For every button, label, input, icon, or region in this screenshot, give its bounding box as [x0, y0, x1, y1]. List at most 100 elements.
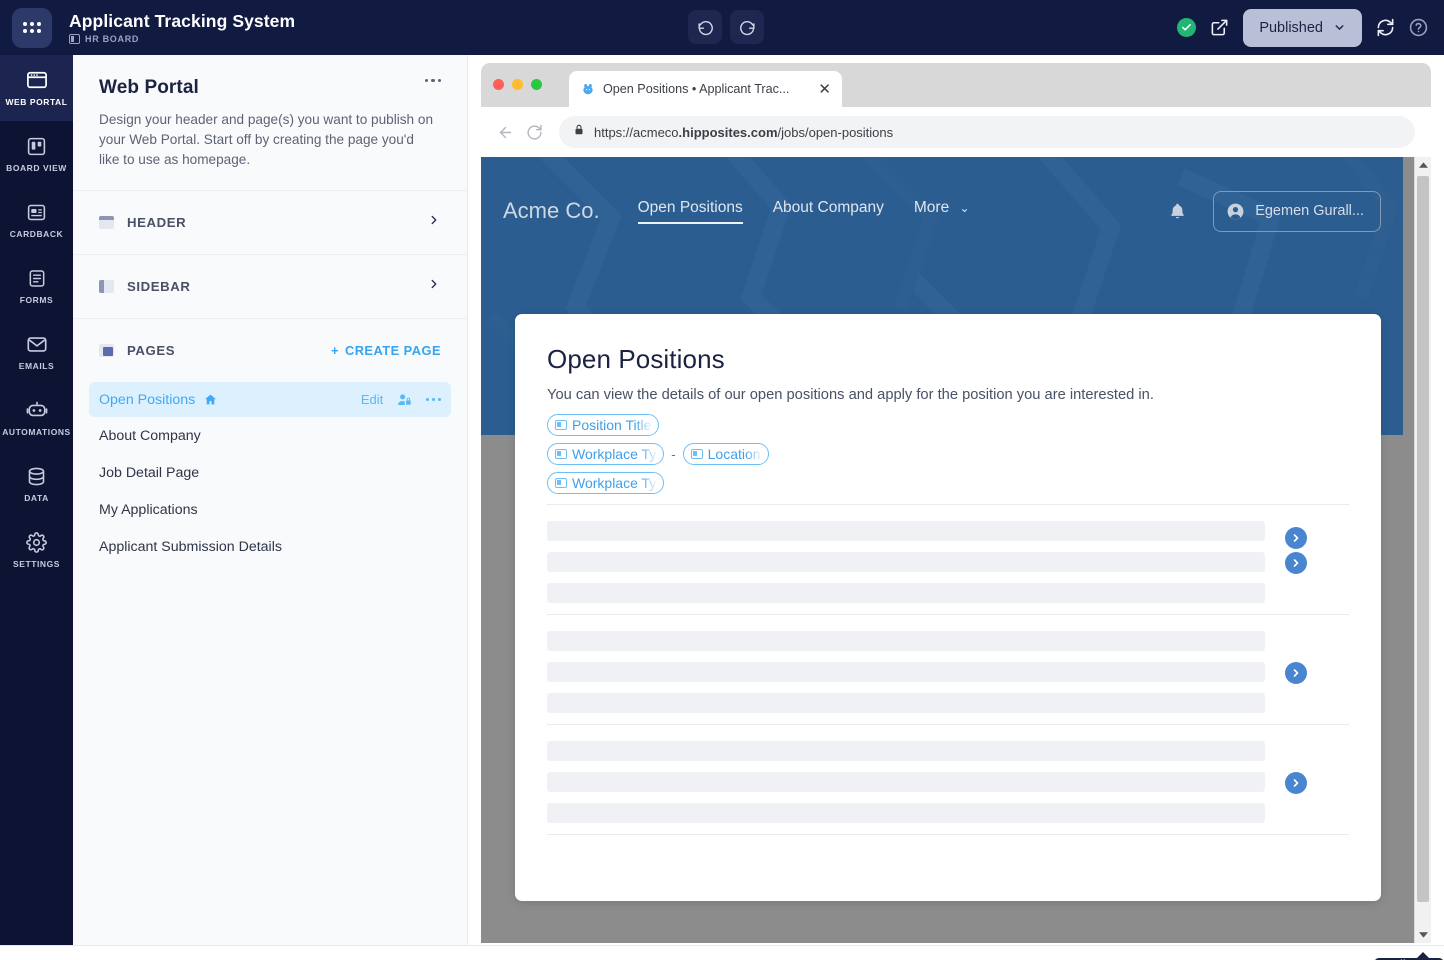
section-header[interactable]: HEADER [73, 190, 467, 254]
history-controls [688, 10, 764, 44]
minimize-window-icon[interactable] [512, 79, 523, 90]
user-lock-icon[interactable] [397, 393, 412, 407]
browser-tab-title: Open Positions • Applicant Trac... [603, 82, 790, 96]
database-icon [26, 465, 47, 487]
pages-layout-icon [99, 344, 114, 357]
grid-apps-icon[interactable] [12, 7, 52, 48]
reload-icon[interactable] [526, 124, 543, 141]
list-item[interactable]: Job Detail Page [89, 455, 451, 491]
help-icon[interactable] [1409, 18, 1428, 37]
redo-icon[interactable] [730, 10, 764, 44]
page-more-icon[interactable] [426, 397, 441, 402]
list-item[interactable]: Applicant Submission Details [89, 529, 451, 565]
url-input[interactable]: https://acmeco.hipposites.com/jobs/open-… [559, 116, 1415, 148]
sidebar-item-forms[interactable]: FORMS [0, 253, 73, 319]
publish-status-button[interactable]: Published [1243, 8, 1362, 47]
browser-urlbar: https://acmeco.hipposites.com/jobs/open-… [481, 107, 1431, 157]
close-window-icon[interactable] [493, 79, 504, 90]
page-list: Open Positions Edit About Company Job De… [73, 382, 467, 565]
chevron-right-icon [427, 213, 441, 232]
sidebar-item-data[interactable]: DATA [0, 451, 73, 517]
chevron-right-circle-icon[interactable] [1285, 772, 1307, 794]
preview-canvas: Open Positions • Applicant Trac... ✕ htt… [468, 55, 1444, 960]
chevron-right-circle-icon[interactable] [1285, 662, 1307, 684]
hippo-favicon [580, 82, 595, 97]
skeleton-line [547, 631, 1265, 651]
scroll-up-icon[interactable] [1415, 157, 1431, 174]
header-layout-icon [99, 216, 114, 229]
row-divider [547, 834, 1349, 835]
sidebar-item-automations[interactable]: AUTOMATIONS [0, 385, 73, 451]
skeleton-line [547, 741, 1265, 761]
lock-icon [573, 123, 585, 141]
page-name: My Applications [99, 502, 198, 518]
url-text: https://acmeco.hipposites.com/jobs/open-… [594, 124, 894, 140]
app-root: Applicant Tracking System HR BOARD Publi [0, 0, 1444, 960]
panel-more-icon[interactable] [424, 79, 441, 83]
browser-tab[interactable]: Open Positions • Applicant Trac... ✕ [569, 71, 842, 107]
external-link-icon[interactable] [1210, 18, 1229, 37]
user-account-button[interactable]: Egemen Gurall... [1213, 190, 1381, 232]
sidebar-item-cardback[interactable]: CARDBACK [0, 187, 73, 253]
scroll-down-icon[interactable] [1415, 926, 1431, 943]
section-label: HEADER [127, 215, 187, 230]
page-name: Applicant Submission Details [99, 539, 282, 555]
close-icon[interactable]: ✕ [818, 82, 831, 97]
web-portal-panel: Web Portal Design your header and page(s… [73, 55, 468, 945]
arrow-left-icon[interactable] [497, 124, 514, 141]
browser-mockup: Open Positions • Applicant Trac... ✕ htt… [481, 63, 1431, 943]
site-viewport: Acme Co. Open Positions About Company Mo… [481, 157, 1431, 943]
board-line: HR BOARD [69, 34, 295, 44]
chevron-down-icon [1335, 25, 1344, 30]
chevron-right-circle-icon[interactable] [1285, 552, 1307, 574]
user-circle-icon [1226, 202, 1245, 221]
chip-workplace-type-2[interactable]: Workplace Ty [547, 472, 665, 494]
app-title-block: Applicant Tracking System HR BOARD [69, 11, 295, 44]
skeleton-line [547, 662, 1265, 682]
chip-position-title[interactable]: Position Title [547, 414, 660, 436]
card-subtitle: You can view the details of our open pos… [547, 387, 1154, 403]
vertical-scrollbar[interactable] [1414, 157, 1431, 943]
sidebar-item-web-portal[interactable]: WEB PORTAL [0, 55, 73, 121]
skeleton-line [547, 693, 1265, 713]
create-page-button[interactable]: + CREATE PAGE [331, 343, 441, 358]
card-back-icon [26, 201, 47, 223]
page-name: Open Positions [99, 391, 196, 408]
sidebar-item-settings[interactable]: SETTINGS [0, 517, 73, 583]
bell-icon[interactable] [1168, 202, 1187, 221]
site-nav-about-company[interactable]: About Company [773, 199, 884, 224]
chip-workplace-type[interactable]: Workplace Ty [547, 443, 665, 465]
position-row-placeholder[interactable] [547, 615, 1349, 713]
sidebar-item-emails[interactable]: EMAILS [0, 319, 73, 385]
chip-location[interactable]: Location [682, 443, 769, 465]
refresh-icon[interactable] [1376, 18, 1395, 37]
list-item[interactable]: Open Positions Edit [89, 382, 451, 417]
skeleton-line [547, 583, 1265, 603]
section-sidebar[interactable]: SIDEBAR [73, 254, 467, 318]
position-row-placeholder[interactable] [547, 505, 1349, 603]
sidebar-item-board-view[interactable]: BOARD VIEW [0, 121, 73, 187]
position-row-placeholder[interactable] [547, 725, 1349, 823]
site-nav-more[interactable]: More ⌄ [914, 199, 970, 224]
list-item[interactable]: About Company [89, 418, 451, 454]
page-title: Applicant Tracking System [69, 11, 296, 31]
panel-header: Web Portal Design your header and page(s… [73, 55, 467, 190]
undo-icon[interactable] [688, 10, 722, 44]
sidebar-item-label: SETTINGS [13, 559, 60, 569]
site-nav-more-label: More [913, 198, 950, 216]
maximize-window-icon[interactable] [531, 79, 542, 90]
scrollbar-thumb[interactable] [1417, 176, 1429, 902]
bottom-strip [0, 945, 1444, 960]
section-label: SIDEBAR [127, 279, 191, 294]
site-brand[interactable]: Acme Co. [503, 198, 600, 224]
create-page-label: CREATE PAGE [344, 343, 441, 358]
browser-tabstrip: Open Positions • Applicant Trac... ✕ [481, 63, 1431, 107]
page-name: Job Detail Page [99, 465, 200, 481]
list-item[interactable]: My Applications [89, 492, 451, 528]
site-nav-open-positions[interactable]: Open Positions [637, 199, 743, 224]
panel-title: Web Portal [99, 77, 199, 98]
panel-description: Design your header and page(s) you want … [99, 112, 434, 167]
chip-label: Position Title [572, 417, 652, 433]
page-row-actions: Edit [361, 392, 441, 407]
edit-page-button[interactable]: Edit [361, 392, 383, 407]
